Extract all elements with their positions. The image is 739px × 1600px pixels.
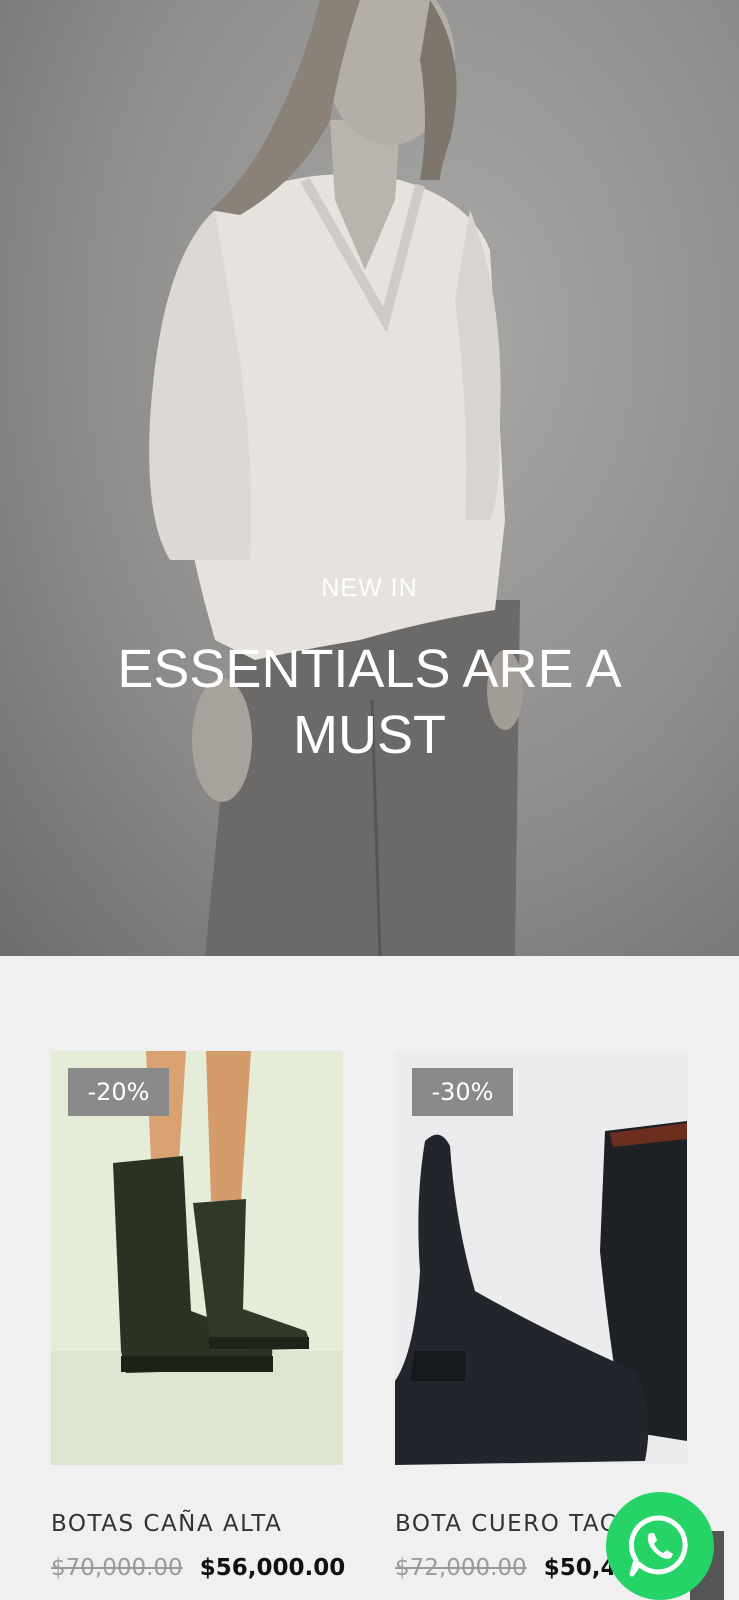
product-card[interactable]: -30% BOTA CUERO TACO $72,000.00 $50,400.… <box>395 1051 689 1581</box>
hero-banner[interactable]: NEW IN ESSENTIALS ARE A MUST <box>0 0 739 956</box>
whatsapp-button[interactable] <box>606 1492 714 1600</box>
original-price: $70,000.00 <box>51 1555 183 1581</box>
product-prices: $70,000.00 $56,000.00 <box>51 1555 345 1581</box>
original-price: $72,000.00 <box>395 1555 527 1581</box>
sale-price: $56,000.00 <box>199 1555 346 1581</box>
hero-model-photo <box>149 0 523 956</box>
discount-badge: -30% <box>412 1068 513 1116</box>
product-card[interactable]: -20% BOTAS CAÑA ALTA $70,000.00 $56,000.… <box>51 1051 345 1581</box>
product-image[interactable]: -30% <box>395 1051 687 1465</box>
discount-badge: -20% <box>68 1068 169 1116</box>
product-name[interactable]: BOTA CUERO TACO <box>395 1511 637 1537</box>
product-image[interactable]: -20% <box>51 1051 343 1465</box>
product-name[interactable]: BOTAS CAÑA ALTA <box>51 1511 282 1537</box>
hero-title: ESSENTIALS ARE A MUST <box>117 639 622 765</box>
whatsapp-icon <box>628 1515 688 1577</box>
hero-subtitle: NEW IN <box>321 574 418 602</box>
